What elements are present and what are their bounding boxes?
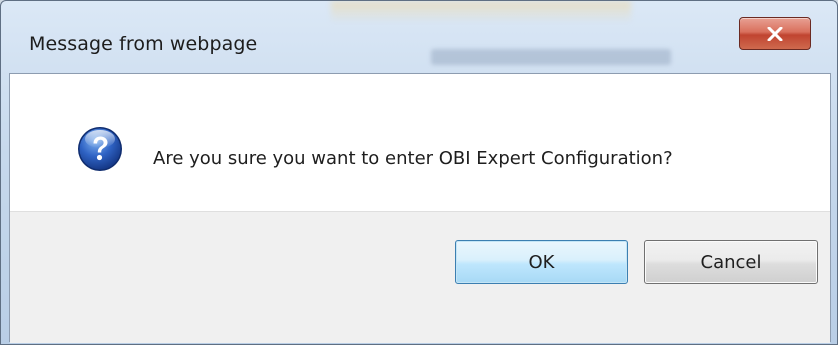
dialog-title: Message from webpage [29,33,258,55]
close-button[interactable] [739,17,811,50]
dialog-message: Are you sure you want to enter OBI Exper… [153,148,673,169]
question-icon [78,127,122,171]
close-icon [767,26,783,41]
dialog-client-area: Are you sure you want to enter OBI Exper… [9,73,831,343]
dialog-window: Message from webpage Are you sure you wa… [0,0,838,345]
message-area: Are you sure you want to enter OBI Exper… [10,74,830,211]
cancel-button[interactable]: Cancel [644,240,818,284]
background-blur [431,49,671,65]
button-bar: OK Cancel [10,211,830,343]
ok-button[interactable]: OK [455,240,628,284]
background-blur [331,1,631,23]
